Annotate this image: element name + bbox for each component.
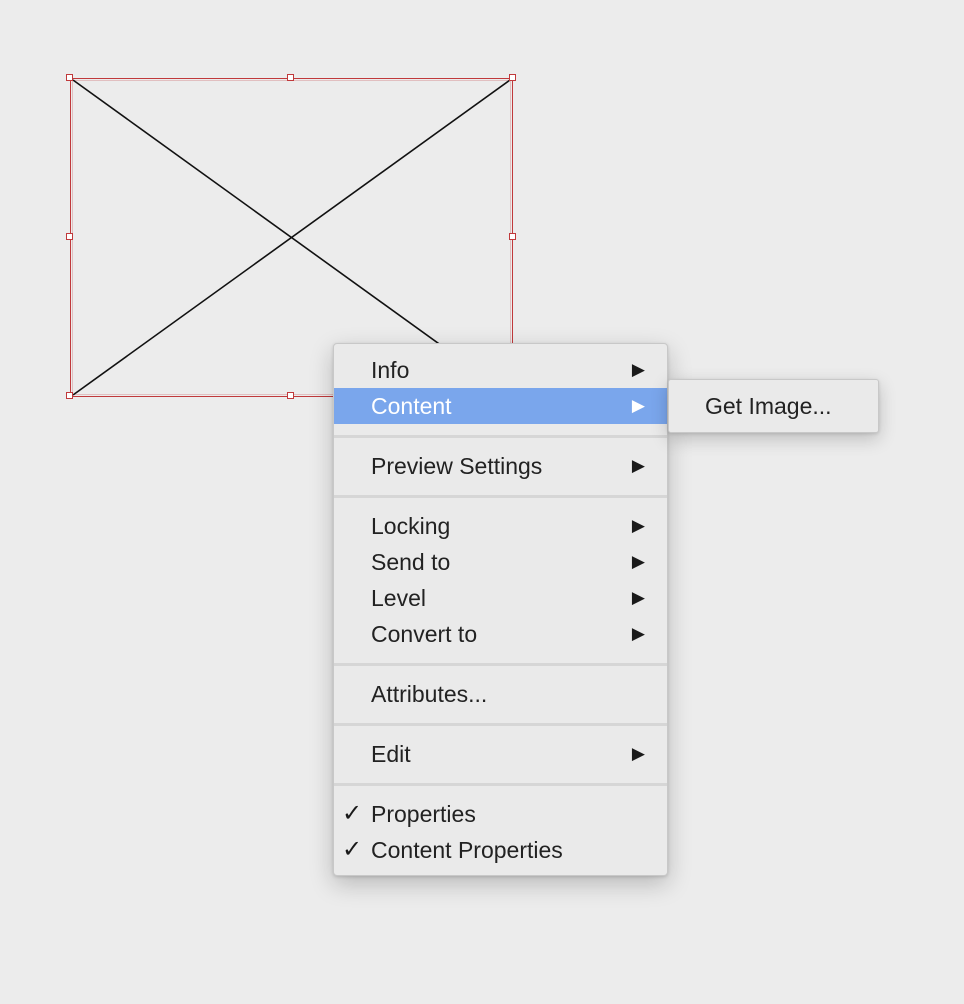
submenu-arrow-icon: ▶ <box>631 396 645 415</box>
submenu-arrow-icon: ▶ <box>631 552 645 571</box>
menu-item-label: Send to <box>371 549 451 575</box>
menu-item-send-to[interactable]: Send to ▶ <box>334 544 667 580</box>
resize-handle-bottom-left[interactable] <box>66 392 73 399</box>
menu-item-convert-to[interactable]: Convert to ▶ <box>334 616 667 652</box>
resize-handle-top-right[interactable] <box>509 74 516 81</box>
menu-item-preview-settings[interactable]: Preview Settings ▶ <box>334 448 667 484</box>
resize-handle-left[interactable] <box>66 233 73 240</box>
resize-handle-bottom[interactable] <box>287 392 294 399</box>
submenu-arrow-icon: ▶ <box>631 624 645 643</box>
menu-item-label: Properties <box>371 801 476 827</box>
menu-item-label: Level <box>371 585 426 611</box>
menu-separator <box>334 424 667 448</box>
submenu-arrow-icon: ▶ <box>631 516 645 535</box>
menu-item-label: Edit <box>371 741 411 767</box>
menu-separator <box>334 712 667 736</box>
submenu-arrow-icon: ▶ <box>631 456 645 475</box>
checkmark-icon: ✓ <box>342 800 363 827</box>
submenu-arrow-icon: ▶ <box>631 360 645 379</box>
menu-item-attributes[interactable]: Attributes... <box>334 676 667 712</box>
checkmark-icon: ✓ <box>342 836 363 863</box>
menu-item-label: Locking <box>371 513 451 539</box>
menu-item-label: Info <box>371 357 410 383</box>
menu-separator <box>334 652 667 676</box>
menu-item-info[interactable]: Info ▶ <box>334 352 667 388</box>
menu-item-edit[interactable]: Edit ▶ <box>334 736 667 772</box>
menu-item-get-image[interactable]: Get Image... <box>705 388 832 424</box>
menu-item-content-properties[interactable]: ✓ Content Properties <box>334 832 667 868</box>
menu-separator <box>334 484 667 508</box>
context-menu: Info ▶ Content ▶ Preview Settings ▶ Lock… <box>333 343 668 876</box>
menu-separator <box>334 772 667 796</box>
content-submenu: Get Image... <box>668 379 879 433</box>
submenu-arrow-icon: ▶ <box>631 588 645 607</box>
menu-item-label: Content <box>371 393 452 419</box>
menu-item-label: Convert to <box>371 621 478 647</box>
canvas: Info ▶ Content ▶ Preview Settings ▶ Lock… <box>0 0 964 1004</box>
menu-item-properties[interactable]: ✓ Properties <box>334 796 667 832</box>
resize-handle-top[interactable] <box>287 74 294 81</box>
resize-handle-right[interactable] <box>509 233 516 240</box>
menu-item-label: Attributes... <box>371 681 488 707</box>
submenu-arrow-icon: ▶ <box>631 744 645 763</box>
resize-handle-top-left[interactable] <box>66 74 73 81</box>
menu-item-label: Preview Settings <box>371 453 543 479</box>
menu-item-label: Content Properties <box>371 837 563 863</box>
menu-item-locking[interactable]: Locking ▶ <box>334 508 667 544</box>
menu-item-content[interactable]: Content ▶ <box>334 388 667 424</box>
menu-item-level[interactable]: Level ▶ <box>334 580 667 616</box>
